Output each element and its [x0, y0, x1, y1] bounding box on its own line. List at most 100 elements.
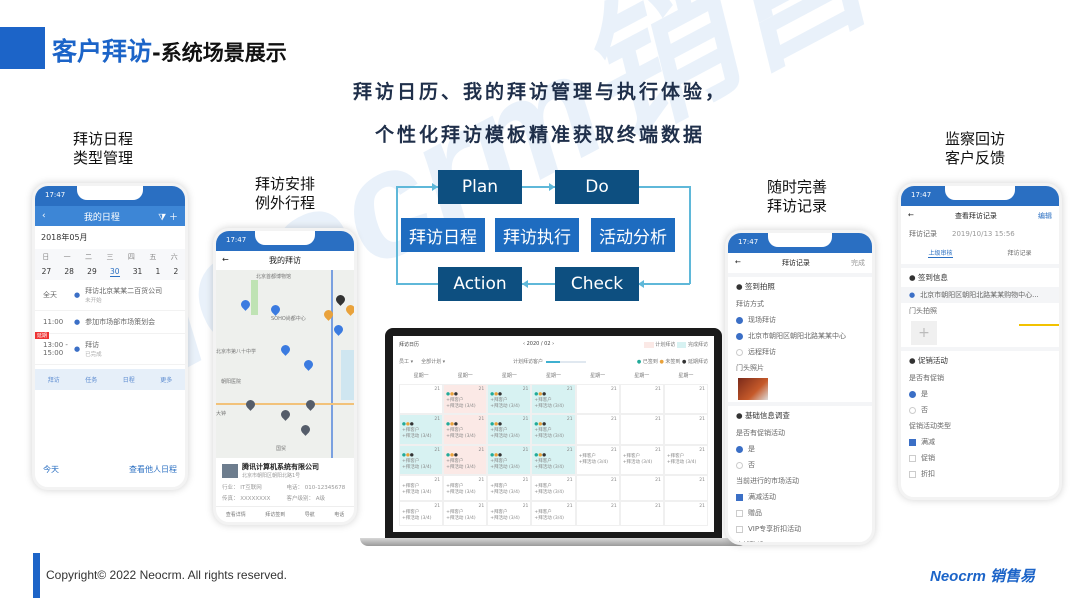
- option-checkbox[interactable]: VIP专享折扣活动: [728, 521, 872, 537]
- schedule-event[interactable]: 延期 13:00 - 15:00 ● 拜访 已完成: [35, 332, 185, 365]
- back-icon[interactable]: ←: [735, 258, 741, 268]
- calendar-cell[interactable]: 21 ●●● +拜客户 +拜活动 (3/4): [531, 414, 576, 445]
- calendar-cell[interactable]: 21: [663, 475, 708, 501]
- calendar-day[interactable]: 30: [109, 267, 120, 277]
- option-radio[interactable]: 北京市朝阳区朝阳北路某某中心: [728, 328, 872, 344]
- calendar-cell[interactable]: 21 +拜客户 +拜活动 (3/4): [663, 444, 708, 476]
- filter-add-icons[interactable]: ⧩ ＋: [158, 210, 178, 223]
- tab-2[interactable]: 日程: [123, 375, 135, 384]
- calendar-cell[interactable]: 21 +拜客户 +拜活动 (3/4): [487, 500, 532, 526]
- map-pin-icon[interactable]: [334, 293, 347, 306]
- edit-button[interactable]: 编辑: [1038, 211, 1052, 221]
- calendar-cell[interactable]: 21 ●●● +拜客户 +拜活动 (3/4): [531, 444, 576, 476]
- checkbox-icon[interactable]: [736, 525, 743, 533]
- option-radio[interactable]: 是: [901, 386, 1059, 402]
- calendar-cell[interactable]: 21: [399, 384, 444, 415]
- calendar-day[interactable]: 31: [133, 267, 143, 277]
- calendar-cell[interactable]: 21 +拜客户 +拜活动 (3/4): [531, 475, 576, 501]
- map-pin-icon[interactable]: [279, 408, 292, 421]
- back-icon[interactable]: ←: [222, 255, 229, 264]
- calendar-cell[interactable]: 21 ●●● +拜客户 +拜活动 (3/4): [443, 444, 488, 476]
- option-checkbox[interactable]: 折扣: [901, 466, 1059, 482]
- calendar-cell[interactable]: 21: [663, 414, 708, 445]
- action-0[interactable]: 查看详情: [226, 511, 246, 518]
- option-radio[interactable]: 否: [901, 402, 1059, 418]
- calendar-title-dropdown[interactable]: 我的日程: [84, 210, 120, 223]
- calendar-cell[interactable]: 21 +拜客户 +拜活动 (3/4): [487, 475, 532, 501]
- map-pin-icon[interactable]: [302, 358, 315, 371]
- calendar-cell[interactable]: 21 ●●● +拜客户 +拜活动 (3/4): [487, 384, 532, 415]
- employee-filter[interactable]: 员工: [399, 359, 409, 365]
- calendar-cell[interactable]: 21 ●●● +拜客户 +拜活动 (3/4): [487, 444, 532, 476]
- calendar-cell[interactable]: 21 +拜客户 +拜活动 (3/4): [443, 500, 488, 526]
- calendar-day[interactable]: 2: [174, 267, 179, 277]
- calendar-cell[interactable]: 21 +拜客户 +拜活动 (3/4): [575, 444, 620, 476]
- radio-icon[interactable]: [736, 348, 743, 356]
- today-button[interactable]: 今天: [43, 464, 59, 475]
- map-pin-icon[interactable]: [269, 303, 282, 316]
- map-pin-icon[interactable]: [304, 398, 317, 411]
- back-icon[interactable]: ‹: [42, 211, 46, 221]
- checkbox-icon[interactable]: [736, 509, 743, 517]
- radio-icon[interactable]: [909, 406, 916, 414]
- calendar-cell[interactable]: 21 +拜客户 +拜活动 (3/4): [399, 500, 444, 526]
- schedule-event[interactable]: 全天 ● 拜访北京某某二百货公司 未开始: [35, 280, 185, 311]
- calendar-cell[interactable]: 21: [619, 414, 664, 445]
- calendar-cell[interactable]: 21: [619, 384, 664, 415]
- calendar-day[interactable]: 28: [64, 267, 74, 277]
- option-radio[interactable]: 远程拜访: [728, 344, 872, 360]
- storefront-photo[interactable]: [738, 378, 768, 400]
- complete-button[interactable]: 完成: [851, 258, 865, 268]
- tab-1[interactable]: 任务: [85, 375, 97, 384]
- option-radio[interactable]: 否: [728, 457, 872, 473]
- map-pin-icon[interactable]: [244, 398, 257, 411]
- next-month[interactable]: ›: [551, 341, 554, 347]
- calendar-cell[interactable]: 21 ●●● +拜客户 +拜活动 (3/4): [487, 414, 532, 445]
- map-pin-icon[interactable]: [332, 323, 345, 336]
- action-2[interactable]: 导航: [305, 511, 315, 518]
- calendar-cell[interactable]: 21 ●●● +拜客户 +拜活动 (3/4): [399, 444, 444, 476]
- map-view[interactable]: 北京首都博物馆 SOHO尚都中心 北京市第八十中学 大钟 朝阳医院 国贸: [216, 270, 354, 458]
- calendar-cell[interactable]: 21 +拜客户 +拜活动 (3/4): [443, 475, 488, 501]
- calendar-cell[interactable]: 21 ●●● +拜客户 +拜活动 (3/4): [443, 414, 488, 445]
- radio-icon[interactable]: [736, 332, 743, 340]
- calendar-cell[interactable]: 21 ●●● +拜客户 +拜活动 (3/4): [399, 414, 444, 445]
- tab-record[interactable]: 拜访记录: [1007, 248, 1031, 258]
- checkbox-icon[interactable]: [909, 470, 916, 478]
- tab-0[interactable]: 拜访: [48, 375, 60, 384]
- schedule-event[interactable]: 11:00 ● 参加市场部市场策划会: [35, 311, 185, 334]
- calendar-cell[interactable]: 21 ●●● +拜客户 +拜活动 (3/4): [531, 384, 576, 415]
- tab-3[interactable]: 更多: [160, 375, 172, 384]
- map-pin-icon[interactable]: [299, 423, 312, 436]
- option-radio[interactable]: 是: [728, 441, 872, 457]
- option-checkbox[interactable]: 满减: [901, 434, 1059, 450]
- calendar-day[interactable]: 1: [156, 267, 161, 277]
- map-pin-icon[interactable]: [279, 343, 292, 356]
- calendar-cell[interactable]: 21: [575, 500, 620, 526]
- calendar-day[interactable]: 29: [87, 267, 97, 277]
- radio-icon[interactable]: [736, 316, 743, 324]
- plan-filter[interactable]: 全部计划: [421, 359, 441, 365]
- action-3[interactable]: 电话: [334, 511, 344, 518]
- calendar-cell[interactable]: 21: [575, 414, 620, 445]
- back-icon[interactable]: ←: [908, 211, 914, 221]
- calendar-cell[interactable]: 21 +拜客户 +拜活动 (3/4): [531, 500, 576, 526]
- radio-icon[interactable]: [736, 445, 743, 453]
- radio-icon[interactable]: [736, 461, 743, 469]
- radio-icon[interactable]: [909, 390, 916, 398]
- company-name[interactable]: 腾讯计算机系统有限公司: [242, 462, 319, 472]
- calendar-cell[interactable]: 21: [663, 384, 708, 415]
- calendar-cell[interactable]: 21 +拜客户 +拜活动 (3/4): [619, 444, 664, 476]
- view-others-schedule-link[interactable]: 查看他人日程: [129, 464, 177, 475]
- calendar-cell[interactable]: 21 +拜客户 +拜活动 (3/4): [399, 475, 444, 501]
- checkbox-icon[interactable]: [909, 438, 916, 446]
- calendar-cell[interactable]: 21: [575, 475, 620, 501]
- checkbox-icon[interactable]: [736, 493, 743, 501]
- option-radio[interactable]: 现场拜访: [728, 312, 872, 328]
- calendar-cell[interactable]: 21: [663, 500, 708, 526]
- calendar-cell[interactable]: 21: [619, 475, 664, 501]
- map-pin-icon[interactable]: [239, 298, 252, 311]
- calendar-cell[interactable]: 21: [575, 384, 620, 415]
- option-checkbox[interactable]: 赠品: [728, 505, 872, 521]
- map-pin-icon[interactable]: [344, 303, 354, 316]
